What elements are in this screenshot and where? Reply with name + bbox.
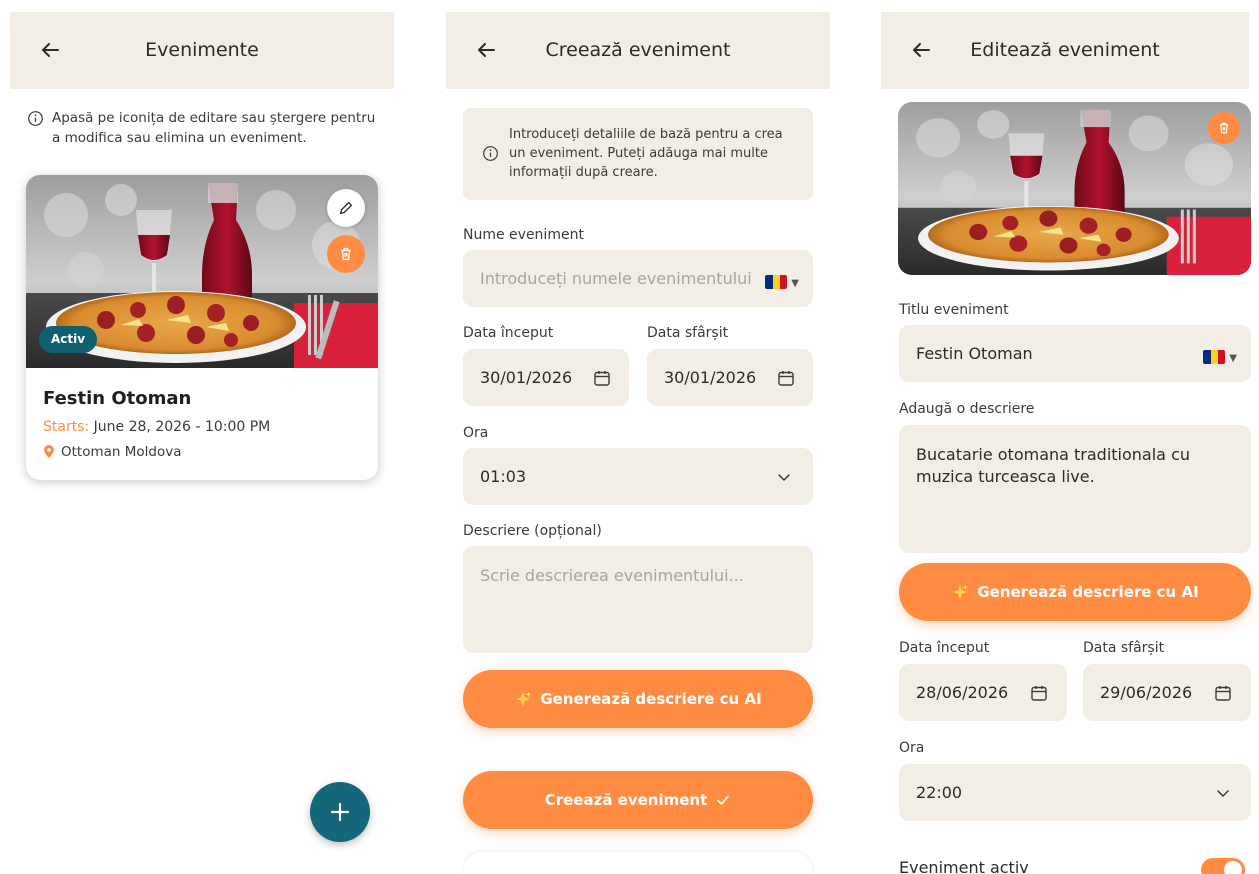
page-title: Editează eveniment — [970, 39, 1160, 61]
title-label: Titlu eveniment — [899, 302, 1009, 318]
chevron-down-icon — [778, 474, 790, 481]
calendar-icon — [594, 371, 610, 386]
info-text-line3: informații după creare. — [509, 165, 658, 180]
info-text-line2: un eveniment. Puteți adăuga mai multe — [509, 146, 768, 161]
delete-image-button[interactable] — [1208, 112, 1240, 144]
pencil-icon — [339, 201, 353, 215]
title-value: Festin Otoman — [916, 344, 1033, 363]
event-start: Starts: June 28, 2026 - 10:00 PM — [43, 419, 270, 435]
calendar-icon — [1031, 686, 1047, 701]
time-label: Ora — [899, 740, 925, 756]
top-bar: Editează eveniment — [881, 12, 1249, 89]
edit-button[interactable] — [327, 189, 365, 227]
create-event-button[interactable]: Creează eveniment — [463, 771, 813, 829]
event-title: Festin Otoman — [43, 388, 192, 409]
description-label: Descriere (opțional) — [463, 523, 602, 539]
event-title-input[interactable]: Festin Otoman ▼ — [899, 325, 1251, 382]
description-label: Adaugă o descriere — [899, 401, 1035, 417]
sparkle-icon — [953, 584, 969, 600]
starts-value: June 28, 2026 - 10:00 PM — [93, 419, 271, 435]
status-badge: Activ — [39, 326, 98, 353]
events-list-screen: Evenimente Apasă pe iconița de editare s… — [0, 0, 404, 874]
description-line2: muzica turceasca live. — [916, 467, 1095, 486]
description-textarea[interactable]: Bucatarie otomana traditionala cu muzica… — [899, 425, 1251, 553]
event-image-container — [898, 102, 1251, 275]
page-title: Creează eveniment — [545, 39, 731, 61]
start-date-field[interactable]: 30/01/2026 — [463, 349, 629, 406]
create-event-label: Creează eveniment — [544, 791, 708, 809]
start-date-value: 28/06/2026 — [916, 683, 1009, 702]
active-toggle[interactable] — [1201, 858, 1245, 874]
top-bar: Creează eveniment — [446, 12, 830, 89]
end-date-field[interactable]: 30/01/2026 — [647, 349, 813, 406]
info-icon — [483, 146, 498, 161]
end-date-field[interactable]: 29/06/2026 — [1083, 664, 1251, 721]
end-date-label: Data sfârșit — [1083, 640, 1165, 656]
event-image — [898, 102, 1251, 275]
generate-ai-button[interactable]: Generează descriere cu AI — [463, 670, 813, 728]
info-icon — [28, 111, 43, 126]
start-date-value: 30/01/2026 — [480, 368, 573, 387]
calendar-icon — [778, 371, 794, 386]
trash-icon — [1220, 122, 1228, 134]
calendar-icon — [1215, 686, 1231, 701]
top-bar: Evenimente — [10, 12, 394, 89]
info-text-line2: a modifica sau elimina un eveniment. — [52, 130, 307, 146]
time-select[interactable]: 01:03 — [463, 448, 813, 505]
secondary-button[interactable] — [463, 852, 813, 874]
language-select[interactable]: ▼ — [1203, 346, 1237, 365]
name-label: Nume eveniment — [463, 227, 584, 243]
active-label: Eveniment activ — [899, 858, 1029, 874]
generate-ai-label: Generează descriere cu AI — [977, 583, 1199, 601]
page-title: Evenimente — [145, 39, 259, 61]
starts-label: Starts: — [43, 419, 90, 435]
end-date-value: 29/06/2026 — [1100, 683, 1193, 702]
chevron-down-icon: ▼ — [1229, 353, 1237, 364]
toggle-knob — [1224, 861, 1242, 874]
generate-ai-label: Generează descriere cu AI — [540, 690, 762, 708]
start-date-field[interactable]: 28/06/2026 — [899, 664, 1067, 721]
edit-event-screen: Editează eveniment Titlu eveniment Festi… — [871, 0, 1259, 874]
sparkle-icon — [516, 691, 532, 707]
event-location: Ottoman Moldova — [43, 444, 182, 460]
romania-flag-icon — [765, 274, 788, 289]
start-date-label: Data început — [899, 640, 990, 656]
info-text-line1: Introduceți detaliile de bază pentru a c… — [509, 127, 783, 142]
romania-flag-icon — [1203, 349, 1226, 364]
event-card[interactable]: Activ Festin Otoman Starts: June 28, 202… — [26, 175, 378, 480]
info-text-line1: Apasă pe iconița de editare sau ștergere… — [52, 110, 376, 126]
name-placeholder: Introduceți numele evenimentului — [480, 269, 752, 288]
add-event-button[interactable] — [310, 782, 370, 842]
create-event-screen: Creează eveniment Introduceți detaliile … — [436, 0, 840, 874]
time-label: Ora — [463, 425, 489, 441]
description-textarea[interactable]: Scrie descrierea evenimentului... — [463, 546, 813, 653]
info-box: Introduceți detaliile de bază pentru a c… — [463, 108, 813, 200]
time-value: 22:00 — [916, 783, 963, 802]
language-select[interactable]: ▼ — [765, 271, 799, 290]
end-date-label: Data sfârșit — [647, 325, 729, 341]
time-select[interactable]: 22:00 — [899, 764, 1251, 821]
chevron-down-icon: ▼ — [791, 278, 799, 289]
event-name-input[interactable]: Introduceți numele evenimentului ▼ — [463, 250, 813, 307]
trash-icon — [341, 247, 351, 261]
generate-ai-button[interactable]: Generează descriere cu AI — [899, 563, 1251, 621]
description-line1: Bucatarie otomana traditionala cu — [916, 445, 1191, 464]
check-icon — [717, 795, 730, 805]
end-date-value: 30/01/2026 — [664, 368, 757, 387]
delete-button[interactable] — [327, 235, 365, 273]
time-value: 01:03 — [480, 467, 527, 486]
chevron-down-icon — [1217, 790, 1229, 797]
description-placeholder: Scrie descrierea evenimentului... — [480, 566, 744, 585]
start-date-label: Data început — [463, 325, 554, 341]
plus-icon — [330, 802, 350, 822]
location-text: Ottoman Moldova — [61, 444, 182, 460]
location-pin-icon — [44, 445, 54, 458]
